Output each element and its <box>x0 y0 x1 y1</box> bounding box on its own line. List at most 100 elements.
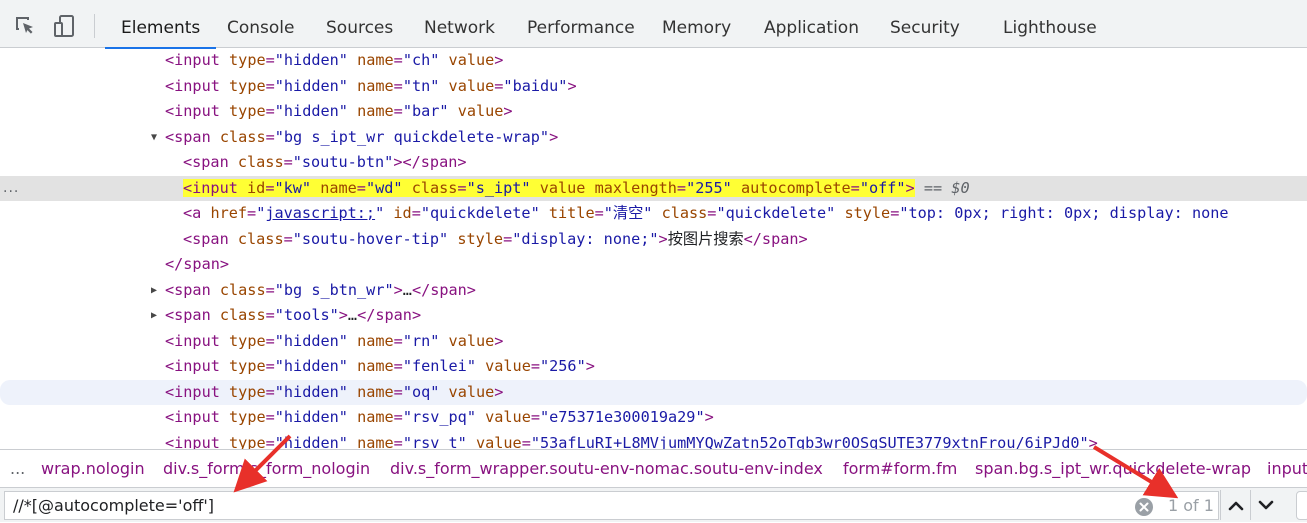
attr-name: value <box>448 382 495 401</box>
tag-name: span <box>420 153 458 171</box>
dom-node-row[interactable]: <input type="hidden" name="ch" value> <box>0 48 1307 73</box>
breadcrumb-overflow-ellipsis[interactable]: ... <box>10 450 25 487</box>
chevron-down-icon <box>1258 500 1274 510</box>
attr-name: style <box>457 229 504 248</box>
search-options-button[interactable] <box>1296 491 1307 520</box>
element-picker-icon[interactable] <box>13 14 37 38</box>
attr-name: value <box>448 51 495 69</box>
tab-memory[interactable]: Memory <box>662 0 731 48</box>
chevron-up-icon <box>1228 501 1244 511</box>
text-node: 按图片搜索 <box>667 229 744 248</box>
attr-value: "rsv_pq" <box>402 408 476 426</box>
attr-equals: = <box>530 408 540 426</box>
attr-name: type <box>229 382 266 401</box>
attr-value: "wd" <box>365 178 403 197</box>
attr-name: class <box>661 204 708 222</box>
collapsed-ellipsis[interactable]: … <box>348 306 357 324</box>
attr-value: "e75371e300019a29" <box>540 408 705 426</box>
node-markup: <input id="kw" name="wd" class="s_ipt" v… <box>183 176 970 201</box>
attr-value: "hidden" <box>274 331 348 350</box>
breadcrumb-item[interactable]: div.s_form.s_form_nologin <box>163 450 370 487</box>
tab-application[interactable]: Application <box>764 0 859 48</box>
attr-name: type <box>229 51 266 69</box>
attr-name: value <box>448 76 495 95</box>
attr-value: "hidden" <box>274 408 348 426</box>
node-markup: <input type="hidden" name="rn" value> <box>165 331 504 350</box>
dom-node-row[interactable]: ▶ <span class="tools">…</span> <box>0 303 1307 328</box>
expand-triangle-icon[interactable]: ▼ <box>151 125 163 150</box>
attr-name: name <box>320 178 357 197</box>
node-markup: <input type="hidden" name="bar" value> <box>165 102 513 120</box>
tab-security[interactable]: Security <box>890 0 960 48</box>
breadcrumb-item[interactable]: wrap.nologin <box>41 450 145 487</box>
dom-node-row[interactable]: <input type="hidden" name="rn" value> <box>0 329 1307 354</box>
clear-circle-icon[interactable] <box>1135 498 1153 516</box>
dom-node-row[interactable]: </span> <box>0 252 1307 277</box>
dom-node-row[interactable]: <a href="javascript:;" id="quickdelete" … <box>0 201 1307 226</box>
dom-node-row[interactable]: <input type="hidden" name="bar" value> <box>0 99 1307 124</box>
dom-node-row[interactable]: <input type="hidden" name="fenlei" value… <box>0 354 1307 379</box>
next-match-button[interactable] <box>1250 490 1280 520</box>
href-link[interactable]: javascript:; <box>265 204 375 222</box>
dom-node-row-hovered[interactable]: <input type="hidden" name="oq" value> <box>0 379 1307 405</box>
breadcrumb-item[interactable]: form#form.fm <box>843 450 957 487</box>
tag-open: <span <box>165 127 211 146</box>
attr-value: "quickdelete" <box>420 204 540 222</box>
tag-open: <input <box>165 76 220 95</box>
breadcrumb-item[interactable]: input <box>1267 450 1307 487</box>
attr-name: class <box>411 178 458 197</box>
breadcrumb-item[interactable]: span.bg.s_ipt_wr.quickdelete-wrap <box>975 450 1251 487</box>
dom-node-row[interactable]: ▼ <span class="bg s_ipt_wr quickdelete-w… <box>0 125 1307 150</box>
previous-match-button[interactable] <box>1220 490 1250 520</box>
tag-open: <span <box>183 153 229 171</box>
tag-open: <a <box>183 204 202 222</box>
selected-equals-marker: == <box>923 178 943 197</box>
dom-node-row[interactable]: <span class="soutu-btn"></span> <box>0 150 1307 175</box>
attr-name: maxlength <box>594 178 677 197</box>
attr-value: "hidden" <box>274 357 348 375</box>
tab-elements[interactable]: Elements <box>104 0 217 49</box>
attr-equals: = <box>521 433 531 450</box>
tag-close: > <box>549 127 559 146</box>
tab-network[interactable]: Network <box>424 0 495 48</box>
attr-value: "256" <box>540 357 586 375</box>
tab-performance[interactable]: Performance <box>527 0 635 48</box>
breadcrumb-item[interactable]: div.s_form_wrapper.soutu-env-nomac.soutu… <box>390 450 823 487</box>
expand-triangle-icon[interactable]: ▶ <box>151 278 163 303</box>
attr-name: type <box>229 433 266 450</box>
dom-node-row-selected[interactable]: ... <input id="kw" name="wd" class="s_ip… <box>0 175 1307 201</box>
find-bar: 1 of 1 <box>0 487 1307 522</box>
attr-name: href <box>210 204 248 222</box>
attr-name: type <box>229 76 266 95</box>
tag-close: > <box>494 51 504 69</box>
device-toggle-icon[interactable] <box>53 14 77 38</box>
tag-close: > <box>503 102 513 120</box>
node-actions-ellipsis[interactable]: ... <box>3 176 19 201</box>
tag-close: > <box>494 331 504 350</box>
node-markup: <span class="tools">…</span> <box>165 306 422 324</box>
attr-value: "top: 0px; right: 0px; display: none <box>899 204 1229 222</box>
dom-node-row[interactable]: <span class="soutu-hover-tip" style="dis… <box>0 227 1307 252</box>
node-markup: <span class="bg s_btn_wr">…</span> <box>165 280 476 299</box>
collapsed-ellipsis[interactable]: … <box>403 281 412 299</box>
expand-triangle-icon[interactable]: ▶ <box>151 303 163 328</box>
attr-value: "hidden" <box>274 51 348 69</box>
tab-sources[interactable]: Sources <box>326 0 393 48</box>
tag-open: <input <box>183 178 238 197</box>
tag-close: > <box>338 306 348 324</box>
node-markup: <input type="hidden" name="rsv_pq" value… <box>165 408 714 426</box>
node-markup: <a href="javascript:;" id="quickdelete" … <box>183 204 1229 222</box>
tab-lighthouse[interactable]: Lighthouse <box>1003 0 1097 48</box>
search-input[interactable] <box>4 491 1219 520</box>
attr-value: "hidden" <box>274 76 348 95</box>
attr-equals: = <box>530 357 540 375</box>
tag-end: </span> <box>357 306 422 324</box>
tag-close: > <box>658 229 668 248</box>
attr-value: "tools" <box>274 306 339 324</box>
dom-node-row[interactable]: ▶ <span class="bg s_btn_wr">…</span> <box>0 278 1307 303</box>
dom-node-row[interactable]: <input type="hidden" name="tn" value="ba… <box>0 74 1307 99</box>
tab-console[interactable]: Console <box>227 0 295 48</box>
tag-open: <input <box>165 408 220 426</box>
dom-node-row[interactable]: <input type="hidden" name="rsv_t" value=… <box>0 431 1307 450</box>
dom-node-row[interactable]: <input type="hidden" name="rsv_pq" value… <box>0 405 1307 430</box>
